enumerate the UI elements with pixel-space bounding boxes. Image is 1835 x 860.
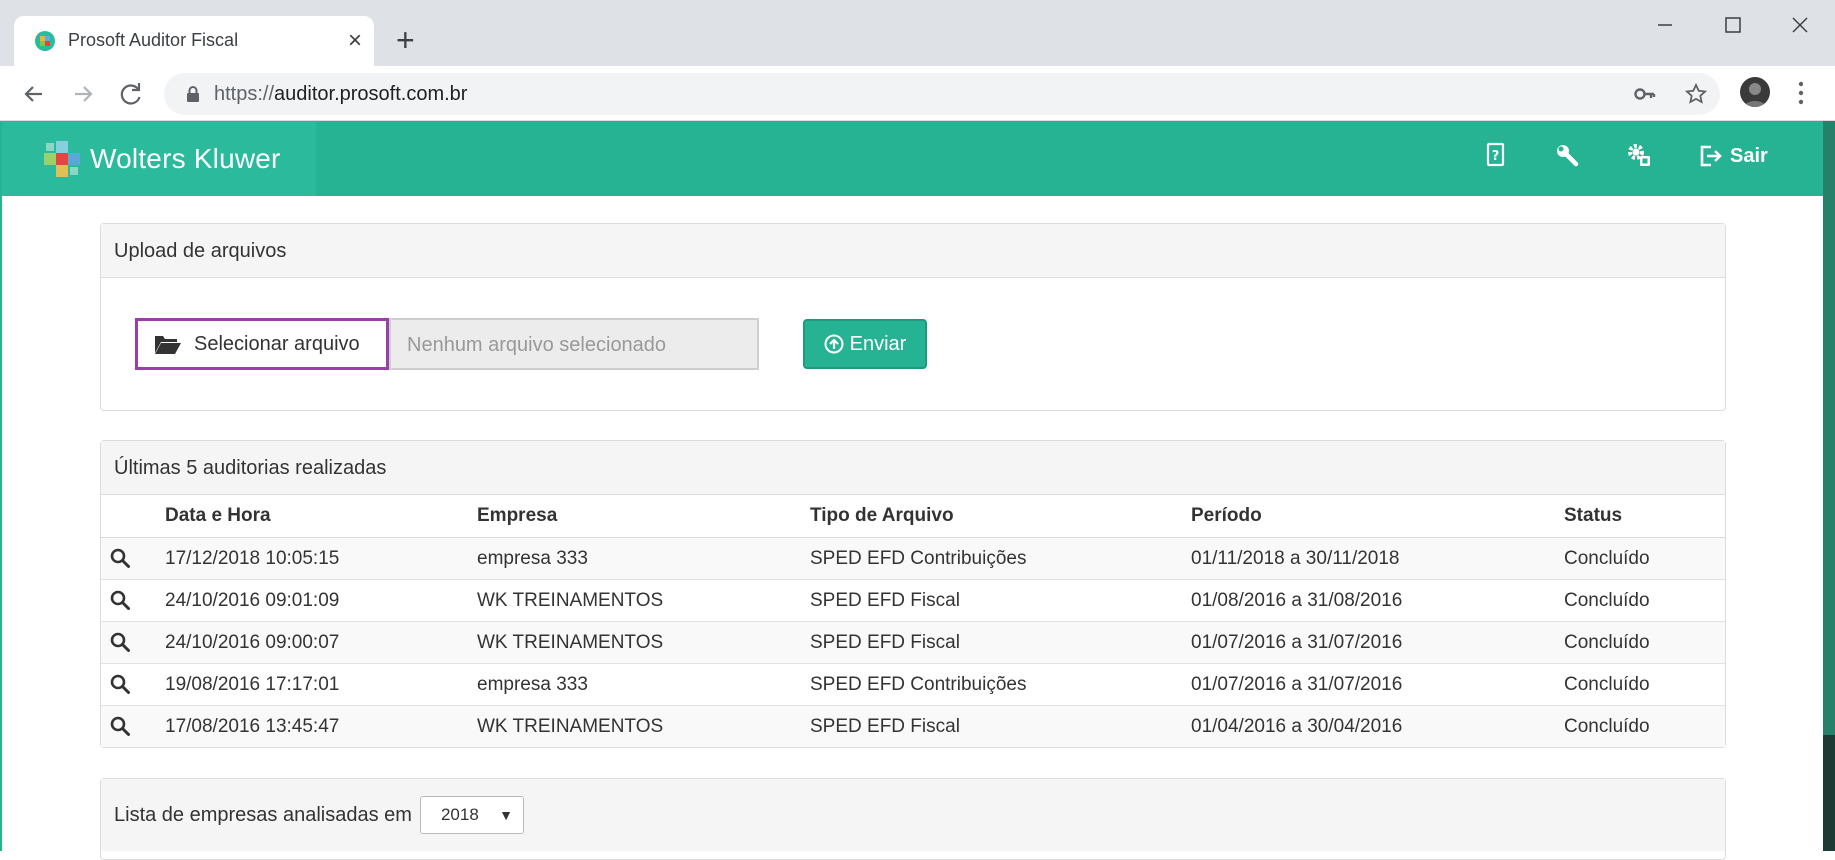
companies-list-panel: Lista de empresas analisadas em 2018 ▼ [100, 778, 1726, 860]
settings-gear-icon[interactable] [1625, 141, 1653, 169]
address-bar[interactable]: https://auditor.prosoft.com.br [164, 73, 1720, 115]
selected-file-field[interactable]: Nenhum arquivo selecionado [389, 318, 759, 370]
cell-company: empresa 333 [477, 537, 810, 580]
column-header-period[interactable]: Período [1191, 495, 1564, 538]
column-header-company[interactable]: Empresa [477, 495, 810, 538]
table-header-row: Data e Hora Empresa Tipo de Arquivo Perí… [101, 495, 1725, 538]
send-button[interactable]: Enviar [803, 319, 927, 369]
cell-company: WK TREINAMENTOS [477, 579, 810, 622]
chevron-down-icon: ▼ [499, 807, 513, 823]
select-file-button[interactable]: Selecionar arquivo [135, 318, 389, 370]
window-close-icon[interactable] [1780, 10, 1820, 40]
svg-text:?: ? [1492, 149, 1500, 164]
column-header-file-type[interactable]: Tipo de Arquivo [810, 495, 1191, 538]
recent-audits-table: Data e Hora Empresa Tipo de Arquivo Perí… [101, 495, 1725, 747]
cell-period: 01/07/2016 a 31/07/2016 [1191, 621, 1564, 664]
companies-list-heading: Lista de empresas analisadas em 2018 ▼ [101, 779, 1725, 851]
browser-toolbar: https://auditor.prosoft.com.br [0, 66, 1835, 121]
cell-datetime: 24/10/2016 09:01:09 [165, 579, 477, 622]
wolters-kluwer-logo-icon [44, 141, 80, 177]
key-icon[interactable] [1633, 82, 1657, 106]
minimize-icon[interactable] [1644, 10, 1684, 40]
companies-list-title: Lista de empresas analisadas em [114, 803, 412, 826]
site-favicon-icon [35, 31, 55, 51]
profile-avatar[interactable] [1740, 77, 1770, 107]
left-edge-accent [0, 121, 2, 851]
reload-icon[interactable] [115, 78, 147, 110]
wrench-icon[interactable] [1553, 141, 1581, 169]
logout-icon [1700, 145, 1722, 167]
upload-panel-title: Upload de arquivos [101, 224, 1725, 278]
browser-tabstrip: Prosoft Auditor Fiscal × + [0, 0, 1835, 66]
recent-audits-panel: Últimas 5 auditorias realizadas Data e H… [100, 440, 1726, 748]
cell-period: 01/07/2016 a 31/07/2016 [1191, 663, 1564, 706]
cell-file-type: SPED EFD Contribuições [810, 663, 1191, 706]
cell-status: Concluído [1564, 621, 1725, 664]
cell-datetime: 17/08/2016 13:45:47 [165, 705, 477, 747]
cell-status: Concluído [1564, 537, 1725, 580]
year-select[interactable]: 2018 ▼ [419, 796, 524, 834]
cell-company: WK TREINAMENTOS [477, 705, 810, 747]
cell-company: empresa 333 [477, 663, 810, 706]
column-header-action [101, 495, 165, 538]
send-label: Enviar [849, 332, 907, 355]
upload-circle-arrow-icon [824, 334, 844, 354]
cell-period: 01/04/2016 a 30/04/2016 [1191, 705, 1564, 747]
browser-menu-icon[interactable] [1796, 80, 1806, 106]
logout-button[interactable]: Sair [1698, 140, 1768, 172]
table-row[interactable]: 17/08/2016 13:45:47 WK TREINAMENTOS SPED… [101, 705, 1725, 747]
cell-file-type: SPED EFD Fiscal [810, 579, 1191, 622]
app-header: Wolters Kluwer ? Sair [0, 121, 1835, 196]
column-header-status[interactable]: Status [1564, 495, 1725, 538]
cell-period: 01/11/2018 a 30/11/2018 [1191, 537, 1564, 580]
forward-arrow-icon[interactable] [67, 78, 99, 110]
logout-label: Sair [1730, 144, 1768, 167]
browser-tab[interactable]: Prosoft Auditor Fiscal × [14, 16, 374, 66]
cell-status: Concluído [1564, 705, 1725, 747]
select-file-label: Selecionar arquivo [194, 332, 360, 355]
table-row[interactable]: 24/10/2016 09:00:07 WK TREINAMENTOS SPED… [101, 621, 1725, 664]
bookmark-star-icon[interactable] [1684, 82, 1708, 106]
maximize-icon[interactable] [1713, 10, 1753, 40]
cell-period: 01/08/2016 a 31/08/2016 [1191, 579, 1564, 622]
new-tab-button[interactable]: + [396, 22, 415, 58]
table-row[interactable]: 19/08/2016 17:17:01 empresa 333 SPED EFD… [101, 663, 1725, 706]
url-text: https://auditor.prosoft.com.br [214, 83, 468, 105]
recent-audits-title: Últimas 5 auditorias realizadas [101, 441, 1725, 495]
back-arrow-icon[interactable] [18, 78, 50, 110]
cell-file-type: SPED EFD Contribuições [810, 537, 1191, 580]
tab-close-icon[interactable]: × [348, 27, 362, 55]
folder-open-icon [155, 336, 181, 354]
upload-panel: Upload de arquivos Selecionar arquivo Ne… [100, 223, 1726, 411]
cell-status: Concluído [1564, 663, 1725, 706]
table-row[interactable]: 17/12/2018 10:05:15 empresa 333 SPED EFD… [101, 537, 1725, 580]
table-row[interactable]: 24/10/2016 09:01:09 WK TREINAMENTOS SPED… [101, 579, 1725, 622]
cell-datetime: 17/12/2018 10:05:15 [165, 537, 477, 580]
search-icon[interactable] [109, 673, 131, 695]
cell-datetime: 24/10/2016 09:00:07 [165, 621, 477, 664]
cell-datetime: 19/08/2016 17:17:01 [165, 663, 477, 706]
search-icon[interactable] [109, 589, 131, 611]
cell-file-type: SPED EFD Fiscal [810, 705, 1191, 747]
tab-title: Prosoft Auditor Fiscal [68, 30, 239, 50]
cell-status: Concluído [1564, 579, 1725, 622]
cell-file-type: SPED EFD Fiscal [810, 621, 1191, 664]
cell-company: WK TREINAMENTOS [477, 621, 810, 664]
search-icon[interactable] [109, 547, 131, 569]
search-icon[interactable] [109, 631, 131, 653]
scrollbar-thumb[interactable] [1823, 735, 1835, 851]
column-header-datetime[interactable]: Data e Hora [165, 495, 477, 538]
help-icon[interactable]: ? [1481, 141, 1509, 169]
lock-icon [187, 86, 199, 102]
year-select-value: 2018 [440, 805, 479, 824]
brand[interactable]: Wolters Kluwer [0, 121, 316, 196]
search-icon[interactable] [109, 715, 131, 737]
brand-name: Wolters Kluwer [90, 143, 281, 174]
